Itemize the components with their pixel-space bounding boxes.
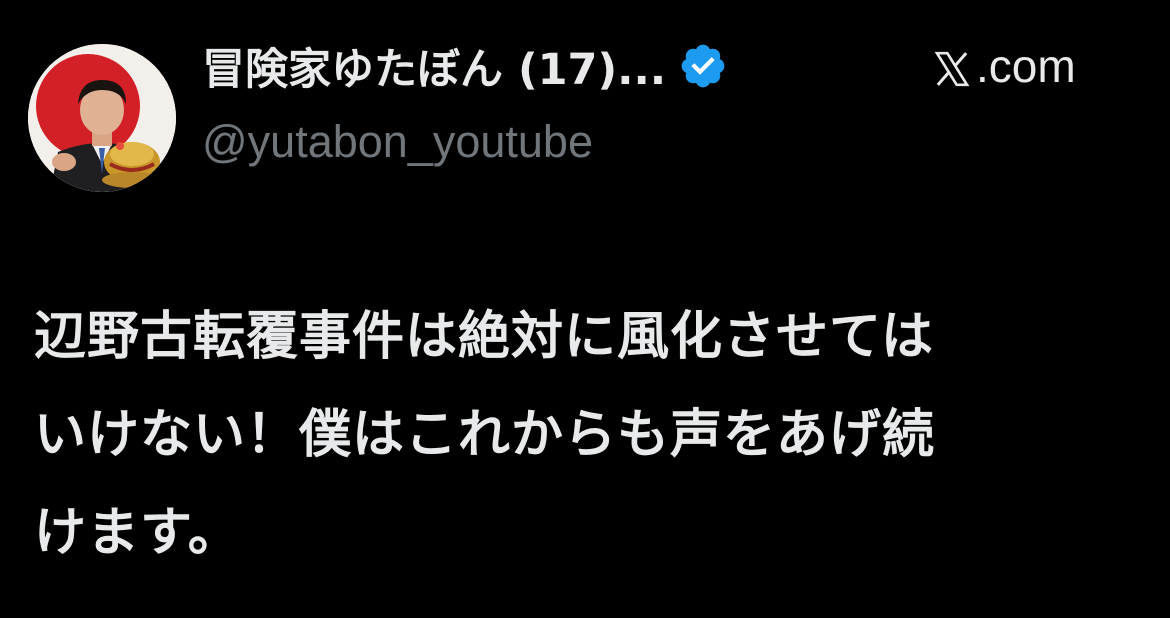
user-handle[interactable]: @yutabon_youtube xyxy=(202,116,593,168)
display-name[interactable]: 冒険家ゆたぼん (17)... xyxy=(202,35,666,97)
x-logo-icon xyxy=(932,46,972,87)
tweet-text: 辺野古転覆事件は絶対に風化させては いけない！僕はこれからも声をあげ続 けます。 xyxy=(34,307,936,563)
site-label-text: .com xyxy=(976,40,1076,92)
profile-avatar[interactable] xyxy=(28,44,176,192)
verified-badge-icon xyxy=(678,41,728,91)
tweet-card: 冒険家ゆたぼん (17)... .com @yutabon_youtube 辺野… xyxy=(0,0,1170,618)
site-label[interactable]: .com xyxy=(932,38,1076,94)
avatar-image xyxy=(28,44,176,192)
display-name-row[interactable]: 冒険家ゆたぼん (17)... xyxy=(202,34,728,98)
